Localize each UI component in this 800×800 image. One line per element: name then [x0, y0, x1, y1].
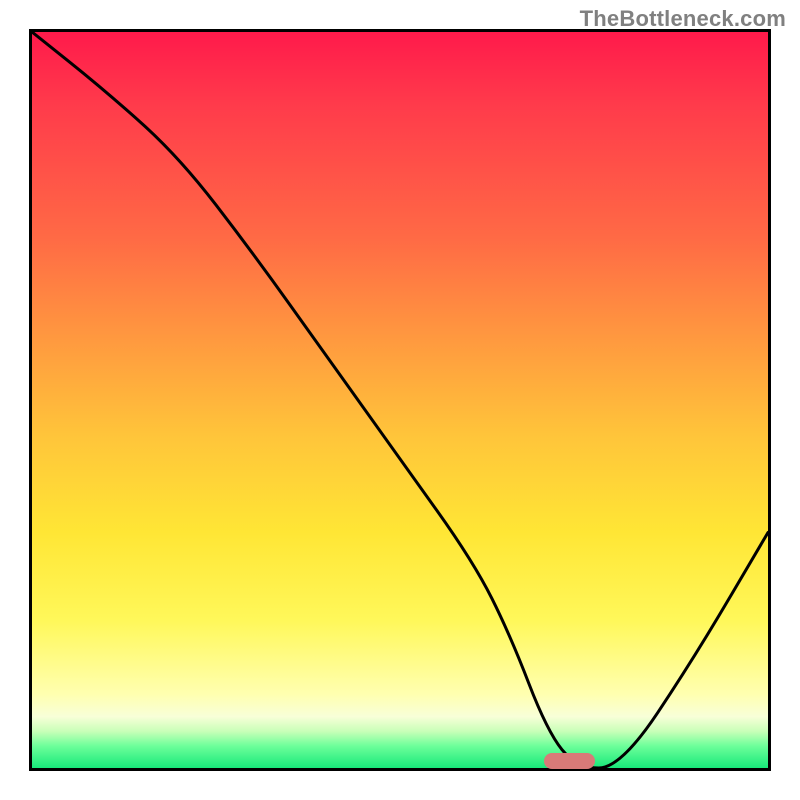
chart-plot-area: [29, 29, 771, 771]
bottleneck-curve: [32, 32, 768, 768]
optimal-range-marker: [544, 753, 596, 769]
